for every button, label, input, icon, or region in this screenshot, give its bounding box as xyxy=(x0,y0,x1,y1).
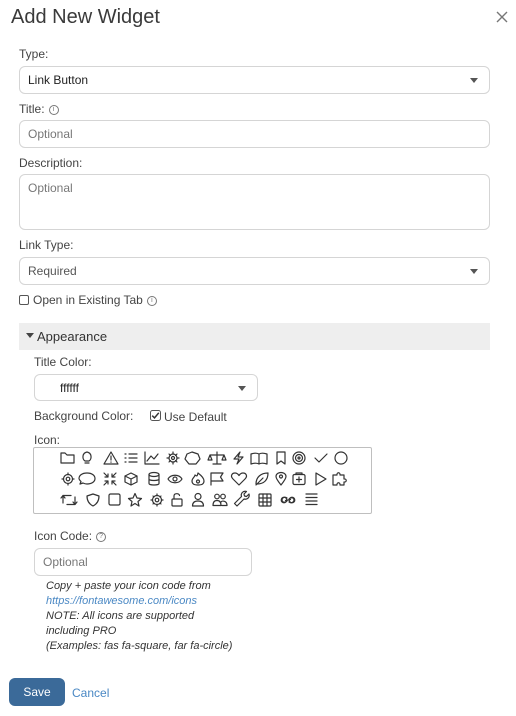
type-select-value: Link Button xyxy=(28,73,89,87)
align-justify-icon[interactable] xyxy=(305,493,318,506)
lightbulb-icon[interactable] xyxy=(82,451,92,464)
cube-icon[interactable] xyxy=(124,472,138,486)
caret-down-icon xyxy=(26,333,34,338)
icon-picker[interactable] xyxy=(33,447,372,514)
title-label-text: Title: xyxy=(19,102,45,116)
warning-icon[interactable] xyxy=(103,451,119,465)
cancel-button[interactable]: Cancel xyxy=(72,686,109,700)
target-icon[interactable] xyxy=(292,451,306,465)
leaf-icon[interactable] xyxy=(255,472,269,486)
scale-icon[interactable] xyxy=(207,451,227,465)
type-label: Type: xyxy=(19,47,49,61)
first-aid-icon[interactable] xyxy=(292,472,306,486)
star-icon[interactable] xyxy=(127,492,143,507)
appearance-header-label: Appearance xyxy=(37,329,108,344)
compress-icon[interactable] xyxy=(103,472,117,486)
fire-icon[interactable] xyxy=(191,472,205,486)
database-icon[interactable] xyxy=(148,471,160,486)
settings-icon[interactable] xyxy=(61,472,75,486)
description-label: Description: xyxy=(19,156,83,170)
book-icon[interactable] xyxy=(250,452,268,465)
comment-icon[interactable] xyxy=(78,472,96,485)
open-existing-tab-label: Open in Existing Tab xyxy=(33,293,143,307)
unlock-icon[interactable] xyxy=(171,493,183,507)
icon-code-help-line2: NOTE: All icons are supported xyxy=(46,610,195,622)
use-default-label: Use Default xyxy=(164,410,227,424)
icon-code-help-line1: Copy + paste your icon code from xyxy=(46,580,211,592)
chevron-down-icon xyxy=(470,78,478,83)
bookmark-icon[interactable] xyxy=(276,451,286,465)
heart-icon[interactable] xyxy=(230,472,248,486)
type-select[interactable]: Link Button xyxy=(19,66,490,94)
close-icon[interactable] xyxy=(494,9,510,25)
list-icon[interactable] xyxy=(124,453,138,463)
title-color-value: ffffff xyxy=(60,380,79,395)
gear-icon[interactable] xyxy=(166,451,180,465)
link-icon[interactable] xyxy=(280,496,296,504)
circle-outline-icon[interactable] xyxy=(184,451,201,465)
chevron-down-icon xyxy=(470,269,478,274)
description-textarea[interactable]: Optional xyxy=(19,174,490,230)
link-type-value: Required xyxy=(28,264,77,278)
chart-line-icon[interactable] xyxy=(144,451,160,465)
table-icon[interactable] xyxy=(258,493,272,507)
folder-icon[interactable] xyxy=(60,452,75,464)
icon-code-label-row: Icon Code:? xyxy=(34,529,107,543)
info-icon[interactable]: i xyxy=(48,104,59,115)
icon-code-label: Icon Code: xyxy=(34,529,93,543)
flag-icon[interactable] xyxy=(210,472,224,486)
description-placeholder: Optional xyxy=(28,181,73,195)
title-input[interactable]: Optional xyxy=(19,120,490,148)
icon-code-help-line3: including PRO xyxy=(46,625,117,637)
open-existing-tab-row: Open in Existing Tab i xyxy=(33,293,157,307)
dialog-title: Add New Widget xyxy=(11,6,160,28)
open-existing-tab-checkbox[interactable] xyxy=(19,295,29,305)
chevron-down-icon xyxy=(238,385,246,391)
bolt-icon[interactable] xyxy=(233,451,244,465)
save-button[interactable]: Save xyxy=(9,678,65,706)
square-icon[interactable] xyxy=(108,493,121,506)
circle-icon[interactable] xyxy=(334,451,348,465)
eye-icon[interactable] xyxy=(167,474,183,484)
title-color-label: Title Color: xyxy=(34,355,92,369)
title-input-placeholder: Optional xyxy=(28,127,73,141)
link-type-select[interactable]: Required xyxy=(19,257,490,285)
title-color-select[interactable]: ffffff xyxy=(34,374,258,401)
cog-icon[interactable] xyxy=(150,493,164,507)
icon-code-placeholder: Optional xyxy=(43,555,88,569)
map-pin-icon[interactable] xyxy=(275,471,287,486)
icon-label: Icon: xyxy=(34,433,61,447)
users-icon[interactable] xyxy=(212,493,228,507)
wrench-icon[interactable] xyxy=(233,490,250,507)
background-color-label: Background Color: xyxy=(34,409,134,423)
retweet-icon[interactable] xyxy=(60,494,78,506)
link-type-label: Link Type: xyxy=(19,238,74,252)
user-icon[interactable] xyxy=(191,492,205,507)
puzzle-icon[interactable] xyxy=(332,472,347,486)
icon-code-input[interactable]: Optional xyxy=(34,548,252,576)
help-icon[interactable]: ? xyxy=(96,531,107,542)
use-default-checkbox[interactable] xyxy=(150,410,161,421)
play-icon[interactable] xyxy=(315,472,327,486)
icon-code-help-line4: (Examples: fas fa-square, far fa-circle) xyxy=(46,640,233,652)
check-icon[interactable] xyxy=(314,453,328,463)
title-label: Title: i xyxy=(19,102,59,116)
info-icon[interactable]: i xyxy=(146,295,157,306)
fontawesome-link[interactable]: https://fontawesome.com/icons xyxy=(46,595,197,607)
shield-icon[interactable] xyxy=(86,493,100,507)
